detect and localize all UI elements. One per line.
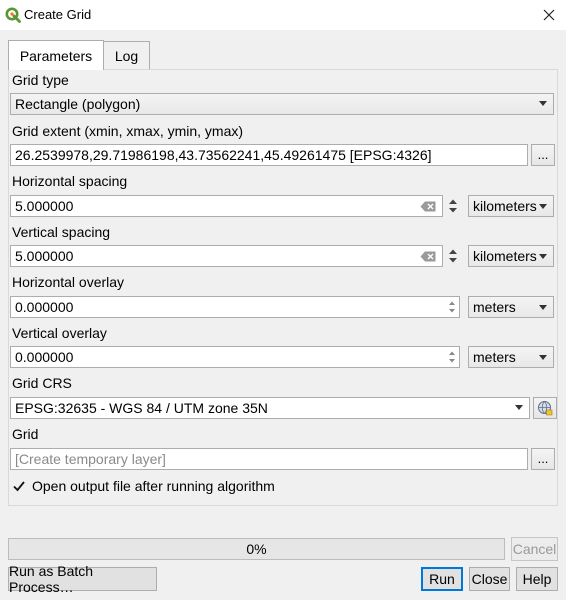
v-overlay-spinner[interactable] bbox=[445, 347, 459, 367]
tab-parameters[interactable]: Parameters bbox=[8, 40, 104, 70]
v-spacing-value: 5.000000 bbox=[15, 248, 74, 264]
h-overlay-input[interactable]: 0.000000 bbox=[10, 296, 460, 318]
v-overlay-value: 0.000000 bbox=[15, 349, 74, 365]
grid-extent-value: 26.2539978,29.71986198,43.73562241,45.49… bbox=[15, 147, 432, 163]
tab-log[interactable]: Log bbox=[103, 41, 150, 69]
grid-output-placeholder: [Create temporary layer] bbox=[15, 451, 166, 467]
v-overlay-unit-select[interactable]: meters bbox=[468, 346, 554, 368]
v-overlay-label: Vertical overlay bbox=[12, 325, 107, 341]
v-spacing-unit-value: kilometers bbox=[473, 248, 537, 264]
grid-output-browse-button[interactable]: ... bbox=[531, 448, 555, 470]
close-window-button[interactable] bbox=[532, 0, 566, 30]
h-overlay-label: Horizontal overlay bbox=[12, 274, 125, 290]
chevron-down-icon bbox=[539, 355, 547, 360]
tab-parameters-label: Parameters bbox=[19, 47, 93, 64]
grid-crs-select[interactable]: EPSG:32635 - WGS 84 / UTM zone 35N bbox=[10, 397, 530, 419]
run-as-batch-button[interactable]: Run as Batch Process… bbox=[8, 563, 157, 595]
cancel-button[interactable]: Cancel bbox=[511, 537, 558, 561]
grid-extent-browse-button[interactable]: ... bbox=[531, 144, 555, 166]
run-button[interactable]: Run bbox=[421, 567, 463, 591]
close-button[interactable]: Close bbox=[469, 567, 510, 591]
h-overlay-value: 0.000000 bbox=[15, 299, 74, 315]
chevron-down-icon bbox=[539, 254, 547, 259]
h-overlay-spinner[interactable] bbox=[445, 297, 459, 317]
h-spacing-unit-value: kilometers bbox=[473, 198, 537, 214]
globe-icon bbox=[538, 401, 553, 416]
h-overlay-unit-select[interactable]: meters bbox=[468, 296, 554, 318]
chevron-down-icon bbox=[539, 305, 547, 310]
h-spacing-spinner[interactable] bbox=[446, 196, 460, 216]
v-spacing-unit-select[interactable]: kilometers bbox=[468, 245, 554, 267]
open-output-label: Open output file after running algorithm bbox=[32, 478, 275, 494]
checkmark-icon bbox=[13, 481, 25, 492]
v-overlay-unit-value: meters bbox=[473, 349, 516, 365]
help-button[interactable]: Help bbox=[516, 567, 558, 591]
clear-icon[interactable] bbox=[420, 201, 436, 212]
grid-crs-label: Grid CRS bbox=[12, 375, 72, 391]
chevron-down-icon bbox=[539, 204, 547, 209]
grid-type-select[interactable]: Rectangle (polygon) bbox=[10, 93, 554, 115]
grid-extent-input[interactable]: 26.2539978,29.71986198,43.73562241,45.49… bbox=[10, 144, 528, 166]
progress-text: 0% bbox=[246, 541, 267, 557]
progress-bar: 0% bbox=[8, 538, 505, 560]
v-spacing-spinner[interactable] bbox=[446, 246, 460, 266]
h-spacing-unit-select[interactable]: kilometers bbox=[468, 195, 554, 217]
grid-extent-label: Grid extent (xmin, xmax, ymin, ymax) bbox=[12, 123, 244, 139]
v-overlay-input[interactable]: 0.000000 bbox=[10, 346, 460, 368]
close-icon bbox=[543, 9, 555, 21]
window-title: Create Grid bbox=[24, 7, 92, 22]
grid-type-label: Grid type bbox=[12, 72, 69, 88]
h-spacing-label: Horizontal spacing bbox=[12, 173, 128, 189]
grid-crs-value: EPSG:32635 - WGS 84 / UTM zone 35N bbox=[15, 400, 268, 416]
h-spacing-value: 5.000000 bbox=[15, 198, 74, 214]
clear-icon[interactable] bbox=[420, 251, 436, 262]
select-crs-button[interactable] bbox=[533, 397, 557, 419]
chevron-down-icon bbox=[515, 405, 523, 410]
h-spacing-input[interactable]: 5.000000 bbox=[10, 195, 443, 217]
v-spacing-label: Vertical spacing bbox=[12, 224, 111, 240]
h-overlay-unit-value: meters bbox=[473, 299, 516, 315]
grid-output-input[interactable]: [Create temporary layer] bbox=[10, 448, 528, 470]
v-spacing-input[interactable]: 5.000000 bbox=[10, 245, 443, 267]
title-bar: Create Grid bbox=[0, 0, 566, 30]
open-output-checkbox[interactable]: Open output file after running algorithm bbox=[12, 478, 275, 494]
chevron-down-icon bbox=[539, 101, 547, 106]
grid-type-value: Rectangle (polygon) bbox=[15, 96, 141, 112]
grid-output-label: Grid bbox=[12, 426, 39, 442]
qgis-logo-icon bbox=[5, 7, 21, 23]
tab-log-label: Log bbox=[114, 47, 139, 64]
